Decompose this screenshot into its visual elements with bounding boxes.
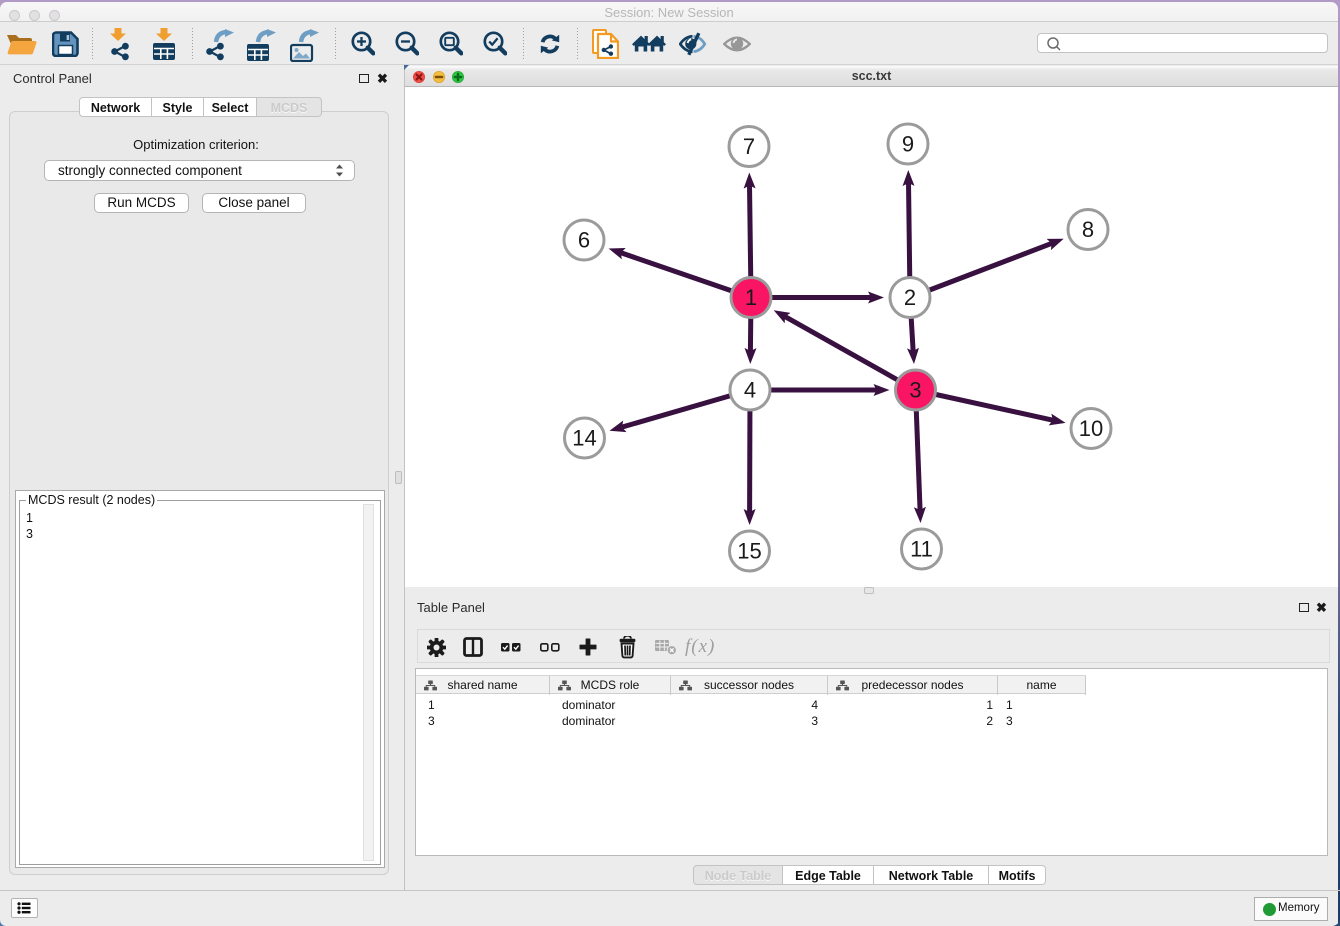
svg-text:14: 14: [572, 426, 596, 451]
svg-text:11: 11: [910, 537, 933, 562]
svg-text:3: 3: [909, 378, 921, 403]
svg-text:6: 6: [578, 228, 590, 253]
svg-text:4: 4: [744, 378, 756, 403]
svg-text:2: 2: [904, 285, 916, 310]
svg-text:10: 10: [1079, 416, 1103, 441]
svg-text:15: 15: [737, 539, 761, 564]
svg-text:1: 1: [745, 285, 757, 310]
svg-text:9: 9: [902, 132, 914, 157]
svg-text:8: 8: [1082, 217, 1094, 242]
svg-text:7: 7: [743, 134, 755, 159]
